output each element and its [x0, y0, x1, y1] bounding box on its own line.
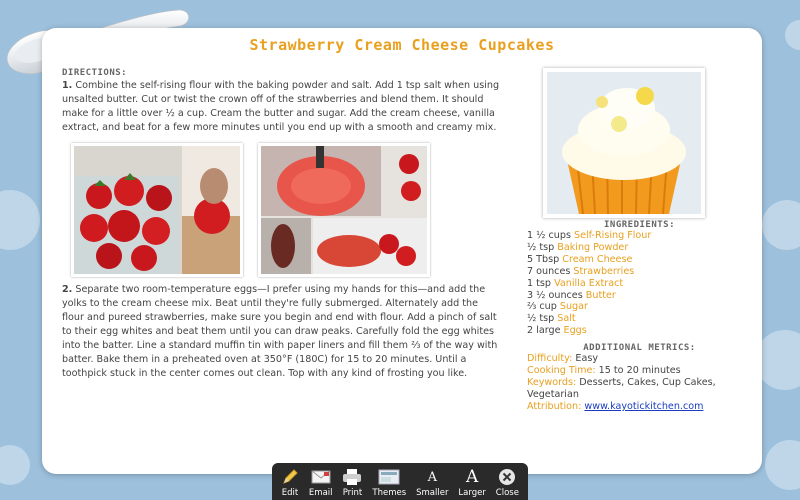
metric-cooking-time: Cooking Time: 15 to 20 minutes	[527, 365, 681, 377]
direction-step-2: 2. Separate two room-temperature eggs—I …	[62, 283, 502, 381]
attribution-link[interactable]: www.kayotickitchen.com	[584, 401, 703, 412]
ingredient-item: 1 ½ cups Self-Rising Flour	[527, 230, 652, 241]
close-icon	[498, 468, 516, 486]
strawberries-photo	[71, 143, 243, 277]
blender-photo	[258, 143, 430, 277]
smaller-button[interactable]: A Smaller	[416, 463, 448, 500]
printer-icon	[342, 468, 362, 486]
close-button[interactable]: Close	[496, 463, 519, 500]
email-button[interactable]: Email	[309, 463, 333, 500]
envelope-icon	[311, 468, 331, 486]
ingredient-item: ½ tsp Salt	[527, 313, 576, 325]
background-dot	[0, 445, 30, 485]
ingredient-item: 7 ounces Strawberries	[527, 265, 635, 277]
recipe-card: Strawberry Cream Cheese Cupcakes DIRECTI…	[42, 28, 762, 474]
print-button[interactable]: Print	[342, 463, 362, 500]
font-smaller-icon: A	[427, 469, 437, 485]
ingredient-item: 5 Tbsp Cream Cheese	[527, 253, 633, 265]
background-dot	[762, 200, 800, 250]
metrics-heading: ADDITIONAL METRICS:	[583, 343, 696, 354]
cupcake-photo	[543, 68, 705, 218]
step-number: 2.	[62, 284, 73, 295]
ingredients-list: 1 ½ cups Self-Rising Flour ½ tsp Baking …	[527, 230, 752, 337]
metrics-list: Difficulty: Easy Cooking Time: 15 to 20 …	[527, 353, 752, 413]
font-larger-icon: A	[465, 467, 479, 487]
step-photos	[62, 143, 502, 283]
ingredient-item: 1 tsp Vanilla Extract	[527, 277, 624, 289]
background-dot	[765, 440, 800, 490]
directions-heading: DIRECTIONS:	[62, 68, 128, 78]
themes-icon	[378, 468, 400, 486]
direction-step-1: 1. Combine the self-rising flour with th…	[62, 79, 502, 135]
themes-button[interactable]: Themes	[372, 463, 406, 500]
metric-keywords: Keywords: Desserts, Cakes, Cup Cakes, Ve…	[527, 376, 716, 400]
metric-difficulty: Difficulty: Easy	[527, 353, 599, 365]
ingredient-item: ⅔ cup Sugar	[527, 301, 588, 313]
edit-button[interactable]: Edit	[281, 463, 299, 500]
details-column: INGREDIENTS: 1 ½ cups Self-Rising Flour …	[527, 68, 752, 413]
ingredient-item: ½ tsp Baking Powder	[527, 241, 629, 253]
larger-button[interactable]: A Larger	[458, 463, 485, 500]
bottom-toolbar: Edit Email Print Themes A Smaller A Larg…	[272, 463, 528, 500]
ingredient-item: 2 large Eggs	[527, 325, 587, 337]
step-text: Combine the self-rising flour with the b…	[62, 80, 500, 133]
background-dot	[785, 20, 800, 50]
recipe-title: Strawberry Cream Cheese Cupcakes	[249, 36, 555, 54]
step-text: Separate two room-temperature eggs—I pre…	[62, 284, 498, 379]
background-dot	[0, 190, 40, 250]
ingredient-item: 3 ½ ounces Butter	[527, 289, 616, 301]
pencil-icon	[281, 468, 299, 486]
ingredients-heading: INGREDIENTS:	[603, 220, 676, 230]
metric-attribution: Attribution: www.kayotickitchen.com	[527, 400, 704, 412]
step-number: 1.	[62, 80, 73, 91]
directions-section: DIRECTIONS: 1. Combine the self-rising f…	[62, 68, 502, 381]
